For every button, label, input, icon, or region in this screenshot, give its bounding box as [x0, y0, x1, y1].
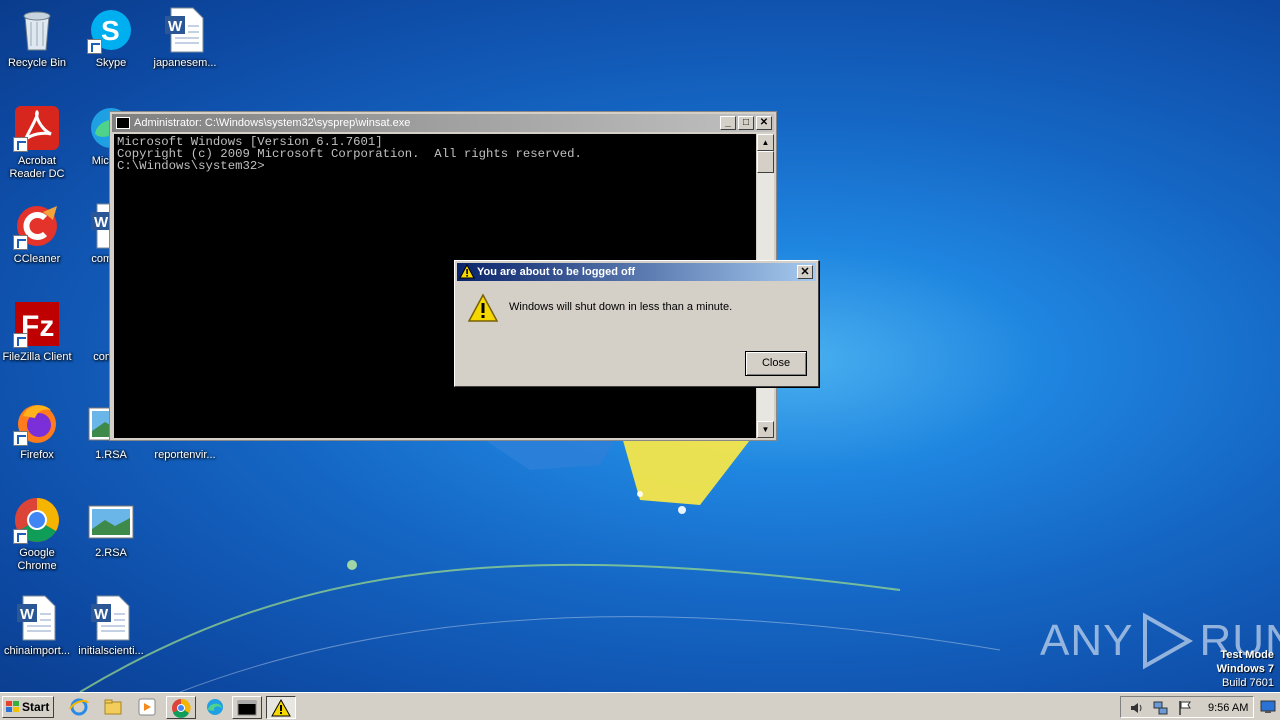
- svg-text:W: W: [94, 606, 109, 623]
- scroll-up-button[interactable]: ▲: [757, 134, 774, 151]
- network-icon[interactable]: [1153, 700, 1169, 716]
- dialog-title: You are about to be logged off: [477, 266, 636, 278]
- volume-icon[interactable]: [1129, 700, 1145, 716]
- word-document-icon: W: [161, 6, 209, 54]
- shortcut-arrow-icon: [13, 235, 28, 250]
- desktop-icon-firefox[interactable]: Firefox: [0, 398, 74, 462]
- dialog-titlebar[interactable]: You are about to be logged off ✕: [457, 263, 816, 281]
- logoff-dialog[interactable]: You are about to be logged off ✕ Windows…: [454, 260, 819, 387]
- dialog-close-icon[interactable]: ✕: [797, 265, 813, 279]
- explorer-icon[interactable]: [102, 697, 124, 717]
- play-logo-icon: [1143, 612, 1194, 670]
- taskbar: Start 9:56 AM: [0, 692, 1280, 720]
- desktop-icon-initialscienti[interactable]: W initialscienti...: [74, 594, 148, 658]
- close-button[interactable]: ✕: [756, 116, 772, 130]
- desktop-icon-filezilla[interactable]: Fz FileZilla Client: [0, 300, 74, 364]
- edge-icon[interactable]: [204, 697, 226, 717]
- desktop-icon-chrome[interactable]: Google Chrome: [0, 496, 74, 573]
- desktop-icon-2-rsa[interactable]: 2.RSA: [74, 496, 148, 560]
- ie-icon[interactable]: [68, 697, 90, 717]
- clock[interactable]: 9:56 AM: [1208, 702, 1248, 714]
- scroll-thumb[interactable]: [757, 151, 774, 173]
- word-document-icon: W: [13, 594, 61, 642]
- media-player-icon[interactable]: [136, 697, 158, 717]
- shortcut-arrow-icon: [13, 137, 28, 152]
- desktop-icon-japanesem[interactable]: W japanesem...: [148, 6, 222, 70]
- start-button[interactable]: Start: [2, 696, 54, 718]
- chrome-icon: [13, 496, 61, 544]
- console-prompt: C:\Windows\system32>: [117, 159, 265, 173]
- svg-text:S: S: [101, 15, 120, 46]
- dialog-message: Windows will shut down in less than a mi…: [509, 301, 733, 313]
- desktop-icon-recycle-bin[interactable]: Recycle Bin: [0, 6, 74, 70]
- word-document-icon: W: [87, 594, 135, 642]
- maximize-button[interactable]: □: [738, 116, 754, 130]
- svg-text:W: W: [168, 18, 183, 35]
- shortcut-arrow-icon: [13, 529, 28, 544]
- show-desktop-icon[interactable]: [1259, 697, 1277, 715]
- close-button[interactable]: Close: [745, 351, 807, 376]
- scroll-down-button[interactable]: ▼: [757, 421, 774, 438]
- warning-taskbar-button[interactable]: [266, 696, 296, 719]
- shortcut-arrow-icon: [13, 333, 28, 348]
- chrome-taskbar-button[interactable]: [166, 696, 196, 719]
- desktop-icon-acrobat[interactable]: Acrobat Reader DC: [0, 104, 74, 181]
- desktop-icon-chinaimport[interactable]: W chinaimport...: [0, 594, 74, 658]
- desktop[interactable]: Recycle Bin Acrobat Reader DC CCleaner F…: [0, 0, 1280, 692]
- recycle-bin-icon: [13, 6, 61, 54]
- svg-text:W: W: [20, 606, 35, 623]
- desktop-icon-ccleaner[interactable]: CCleaner: [0, 202, 74, 266]
- cmd-titlebar[interactable]: Administrator: C:\Windows\system32\syspr…: [112, 114, 774, 132]
- warning-icon: [459, 264, 475, 279]
- svg-text:W: W: [94, 214, 109, 231]
- chrome-icon: [172, 698, 191, 718]
- acrobat-icon: [13, 104, 61, 152]
- image-file-icon: [87, 496, 135, 544]
- cmd-title: Administrator: C:\Windows\system32\syspr…: [134, 117, 411, 129]
- warning-icon: [271, 698, 291, 717]
- filezilla-icon: Fz: [13, 300, 61, 348]
- cmd-icon: [116, 117, 130, 129]
- windows-logo-icon: [6, 701, 19, 712]
- action-center-flag-icon[interactable]: [1177, 700, 1193, 716]
- cmd-taskbar-button[interactable]: [232, 696, 262, 719]
- test-mode-watermark: Test Mode Windows 7 Build 7601: [1216, 649, 1274, 689]
- warning-icon: [467, 293, 499, 322]
- firefox-icon: [13, 398, 61, 446]
- shortcut-arrow-icon: [87, 39, 102, 54]
- skype-icon: S: [87, 6, 135, 54]
- cmd-icon: [237, 700, 257, 716]
- minimize-button[interactable]: _: [720, 116, 736, 130]
- shortcut-arrow-icon: [13, 431, 28, 446]
- ccleaner-icon: [13, 202, 61, 250]
- desktop-icon-skype[interactable]: S Skype: [74, 6, 148, 70]
